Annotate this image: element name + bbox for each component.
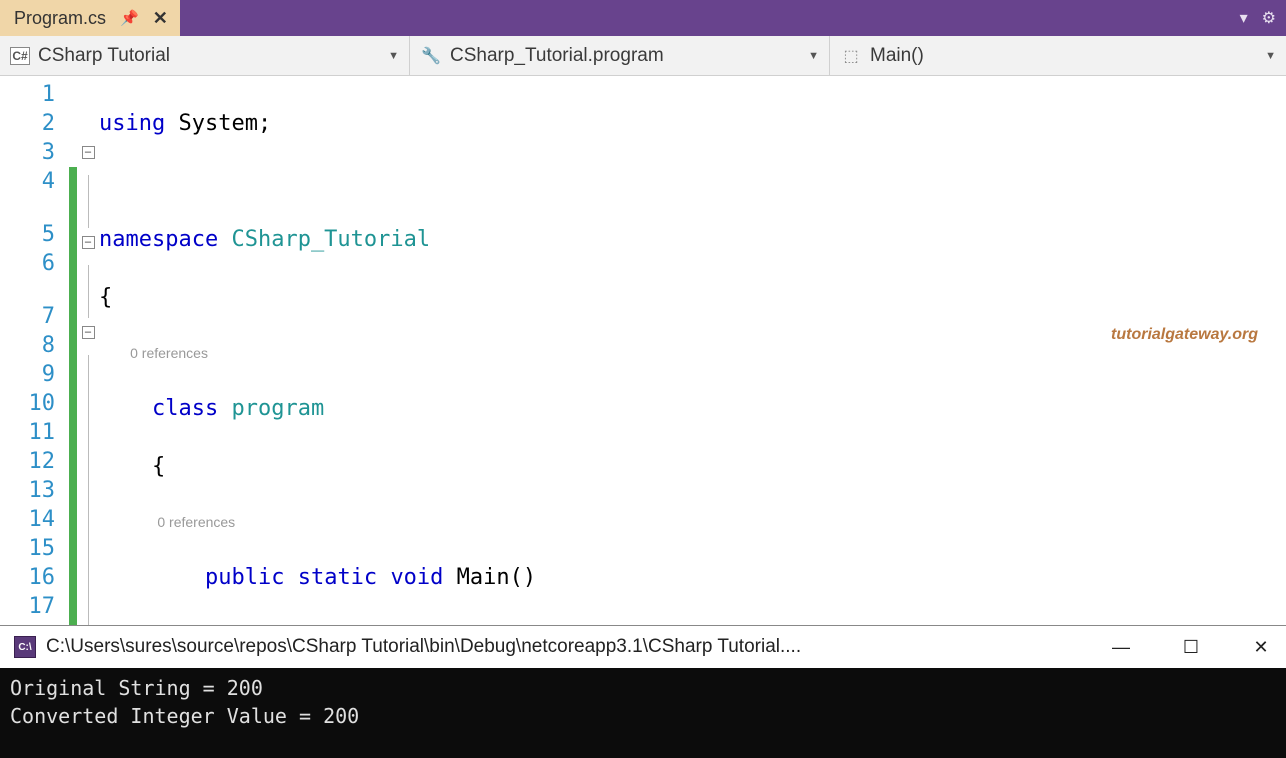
chevron-down-icon: ▼ [388,50,399,62]
minimize-button[interactable]: — [1106,637,1136,658]
window-controls: — ☐ ✕ [1106,637,1276,658]
tab-title: Program.cs [14,8,106,29]
console-window: C:\ C:\Users\sures\source\repos\CSharp T… [0,625,1286,758]
pin-icon[interactable]: 📌 [120,9,139,27]
modification-gutter [69,76,77,625]
csharp-icon: C# [10,47,30,65]
fold-gutter: − − − [77,76,99,625]
nav-member-dropdown[interactable]: ⬚ Main() ▼ [830,36,1286,76]
nav-class-label: CSharp_Tutorial.program [450,45,664,67]
line-number-gutter: 1 2 3 4 5 6 7 8 9 10 11 12 13 14 15 16 1… [0,76,65,625]
method-icon: ⬚ [840,45,862,67]
fold-toggle[interactable]: − [82,146,95,159]
fold-toggle[interactable]: − [82,326,95,339]
tab-bar-right: ▾ ⚙ [1240,8,1276,28]
console-icon: C:\ [14,636,36,658]
gear-icon[interactable]: ⚙ [1262,8,1276,28]
nav-bar: C# CSharp Tutorial ▼ 🔧 CSharp_Tutorial.p… [0,36,1286,76]
close-button[interactable]: ✕ [1246,637,1276,658]
tab-bar: Program.cs 📌 ✕ ▾ ⚙ [0,0,1286,36]
codelens-method[interactable]: 0 references [157,514,235,530]
nav-class-dropdown[interactable]: 🔧 CSharp_Tutorial.program ▼ [410,36,830,76]
nav-project-dropdown[interactable]: C# CSharp Tutorial ▼ [0,36,410,76]
class-icon: 🔧 [420,45,442,67]
nav-project-label: CSharp Tutorial [38,45,170,67]
fold-toggle[interactable]: − [82,236,95,249]
window-menu-icon[interactable]: ▾ [1240,8,1248,28]
close-icon[interactable]: ✕ [153,8,168,29]
code-editor[interactable]: tutorialgateway.org 1 2 3 4 5 6 7 8 9 10… [0,76,1286,625]
code-content[interactable]: using System; namespace CSharp_Tutorial … [99,76,1286,625]
console-output[interactable]: Original String = 200Converted Integer V… [0,668,1286,758]
chevron-down-icon: ▼ [1265,50,1276,62]
chevron-down-icon: ▼ [808,50,819,62]
nav-member-label: Main() [870,45,924,67]
file-tab[interactable]: Program.cs 📌 ✕ [0,0,180,36]
console-title-text: C:\Users\sures\source\repos\CSharp Tutor… [46,636,801,658]
codelens-class[interactable]: 0 references [130,345,208,361]
console-titlebar[interactable]: C:\ C:\Users\sures\source\repos\CSharp T… [0,626,1286,668]
watermark: tutorialgateway.org [1111,326,1258,344]
maximize-button[interactable]: ☐ [1176,637,1206,658]
